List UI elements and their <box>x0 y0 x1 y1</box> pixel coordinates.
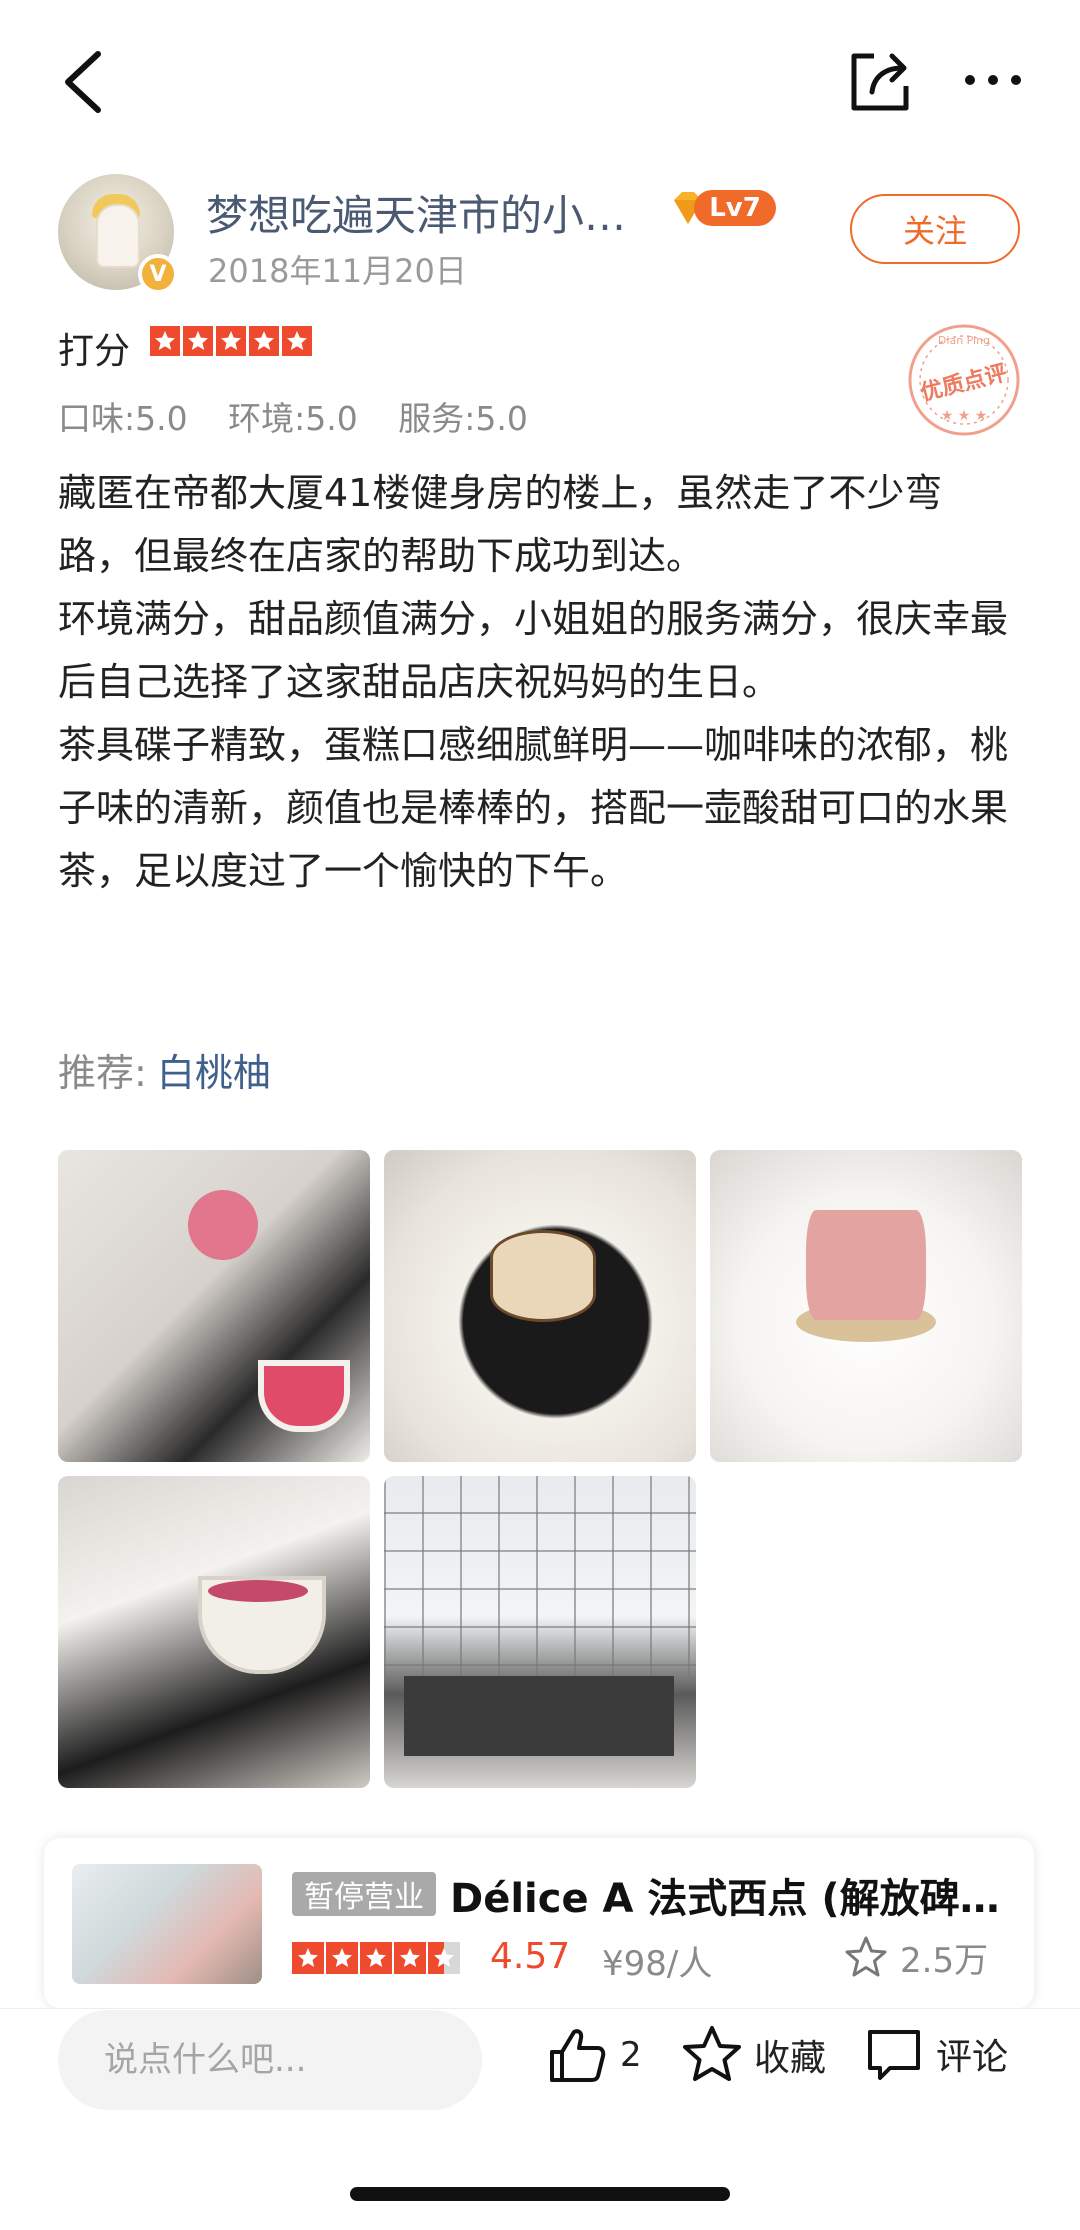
review-photo[interactable] <box>710 1150 1022 1462</box>
star-icon <box>360 1942 392 1974</box>
like-count: 2 <box>620 2035 642 2075</box>
level-badge: Lv7 <box>666 186 778 230</box>
star-outline-icon <box>845 1936 887 1977</box>
star-icon <box>683 2026 741 2081</box>
photo-counter <box>404 1676 674 1756</box>
svg-text:★ ★ ★: ★ ★ ★ <box>941 408 988 424</box>
star-icon <box>150 326 180 356</box>
shop-name: Délice A 法式西点 (解放碑… <box>450 1876 1000 1922</box>
home-indicator <box>350 2187 730 2201</box>
quality-review-stamp: Dian Ping 优质点评 ★ ★ ★ <box>904 320 1024 440</box>
shop-score: 4.57 <box>490 1936 571 1977</box>
follow-button[interactable]: 关注 <box>850 194 1020 264</box>
avatar-figure <box>96 204 140 268</box>
review-paragraph: 藏匿在帝都大厦41楼健身房的楼上，虽然走了不少弯路，但最终在店家的帮助下成功到达… <box>58 471 943 578</box>
review-photo[interactable] <box>58 1476 370 1788</box>
recommend-label: 推荐: <box>58 1051 147 1095</box>
star-icon <box>249 326 279 356</box>
review-paragraph: 环境满分，甜品颜值满分，小姐姐的服务满分，很庆幸最后自己选择了这家甜品店庆祝妈妈… <box>58 597 1009 704</box>
taste-score: 口味:5.0 <box>58 399 188 438</box>
comment-label: 评论 <box>936 2037 1009 2078</box>
comment-input[interactable] <box>58 2010 482 2110</box>
author-name[interactable]: 梦想吃遍天津市的小… <box>206 182 626 243</box>
stamp-subtext: Dian Ping <box>938 334 990 347</box>
thumbs-up-icon <box>550 2029 606 2082</box>
back-arrow-icon <box>65 51 101 113</box>
star-icon <box>216 326 246 356</box>
share-icon <box>851 53 909 111</box>
share-button[interactable] <box>844 46 914 116</box>
collect-label: 收藏 <box>754 2038 827 2079</box>
photo-flower <box>188 1190 258 1260</box>
review-photo[interactable] <box>58 1150 370 1462</box>
service-score: 服务:5.0 <box>398 399 528 438</box>
post-date: 2018年11月20日 <box>208 252 467 290</box>
stamp-text: 优质点评 <box>918 360 1010 407</box>
shop-card[interactable]: 暂停营业 Délice A 法式西点 (解放碑… 4.57 ¥98/人 2.5万 <box>44 1838 1034 2008</box>
rating-stars <box>150 326 312 360</box>
star-icon <box>428 1942 460 1974</box>
verified-badge: V <box>138 254 178 294</box>
level-text: Lv7 <box>694 190 776 226</box>
photo-cake <box>490 1230 596 1322</box>
like-button[interactable]: 2 <box>546 2024 642 2086</box>
sub-scores: 口味:5.0 环境:5.0 服务:5.0 <box>58 392 558 440</box>
star-icon <box>292 1942 324 1974</box>
back-button[interactable] <box>54 42 114 122</box>
photo-glass-roof <box>384 1476 696 1676</box>
photo-teacup <box>258 1360 350 1432</box>
shop-status-badge: 暂停营业 <box>292 1872 436 1916</box>
rating-label: 打分 <box>58 331 131 372</box>
shop-favorite-button[interactable]: 2.5万 <box>844 1934 1014 1981</box>
star-icon <box>183 326 213 356</box>
review-body: 藏匿在帝都大厦41楼健身房的楼上，虽然走了不少弯路，但最终在店家的帮助下成功到达… <box>58 462 1018 903</box>
top-bar <box>0 0 1080 160</box>
environment-score: 环境:5.0 <box>228 399 358 438</box>
photo-tea <box>208 1580 308 1602</box>
shop-price: ¥98/人 <box>602 1944 713 1984</box>
comment-button[interactable]: 评论 <box>864 2024 1008 2084</box>
collect-button[interactable]: 收藏 <box>680 2024 826 2086</box>
star-icon <box>282 326 312 356</box>
review-paragraph: 茶具碟子精致，蛋糕口感细腻鲜明——咖啡味的浓郁，桃子味的清新，颜值也是棒棒的，搭… <box>58 723 1009 893</box>
more-button[interactable] <box>958 60 1028 100</box>
shop-thumbnail <box>72 1864 262 1984</box>
photo-cake <box>806 1210 926 1320</box>
review-photo[interactable] <box>384 1476 696 1788</box>
star-icon <box>394 1942 426 1974</box>
recommend-row: 推荐: 白桃柚 <box>58 1042 271 1097</box>
avatar[interactable]: V <box>58 174 178 294</box>
shop-favorite-count: 2.5万 <box>900 1940 989 1981</box>
comment-icon <box>868 2030 920 2080</box>
recommend-dish-link[interactable]: 白桃柚 <box>157 1051 271 1095</box>
more-icon <box>965 75 1021 85</box>
star-icon <box>326 1942 358 1974</box>
review-photo[interactable] <box>384 1150 696 1462</box>
shop-rating-stars <box>292 1942 460 1974</box>
